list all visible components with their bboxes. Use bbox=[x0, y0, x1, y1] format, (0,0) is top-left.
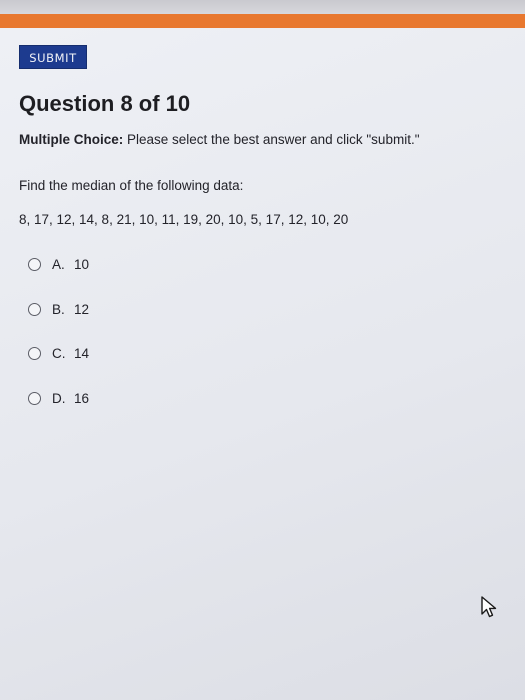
option-letter: B. bbox=[52, 301, 65, 317]
instructions: Multiple Choice: Please select the best … bbox=[19, 132, 420, 147]
option-value: 14 bbox=[74, 345, 90, 361]
instruction-prefix: Multiple Choice: bbox=[19, 132, 124, 147]
question-title: Question 8 of 10 bbox=[19, 91, 191, 116]
option-letter: A. bbox=[52, 256, 65, 272]
data-set: 8, 17, 12, 14, 8, 21, 10, 11, 19, 20, 10… bbox=[19, 212, 349, 227]
option-value: 10 bbox=[74, 256, 90, 272]
question-page: SUBMIT Question 8 of 10 Multiple Choice:… bbox=[0, 28, 525, 700]
radio-button-icon[interactable] bbox=[28, 257, 41, 271]
option-a[interactable]: A. 10 bbox=[28, 254, 89, 274]
option-letter: C. bbox=[52, 345, 66, 361]
radio-button-icon[interactable] bbox=[28, 391, 41, 405]
option-value: 12 bbox=[74, 301, 90, 317]
option-c[interactable]: C. 14 bbox=[28, 343, 89, 363]
radio-button-icon[interactable] bbox=[28, 346, 41, 360]
header-accent-band bbox=[0, 14, 525, 28]
browser-top-strip bbox=[0, 0, 525, 14]
radio-button-icon[interactable] bbox=[28, 302, 41, 316]
question-prompt: Find the median of the following data: bbox=[19, 178, 244, 193]
option-d[interactable]: D. 16 bbox=[28, 388, 89, 408]
option-letter: D. bbox=[52, 390, 66, 406]
option-b[interactable]: B. 12 bbox=[28, 299, 89, 319]
submit-button[interactable]: SUBMIT bbox=[19, 45, 87, 69]
instruction-text: Please select the best answer and click … bbox=[127, 132, 420, 147]
option-value: 16 bbox=[74, 390, 90, 406]
mouse-pointer-icon bbox=[480, 595, 500, 624]
